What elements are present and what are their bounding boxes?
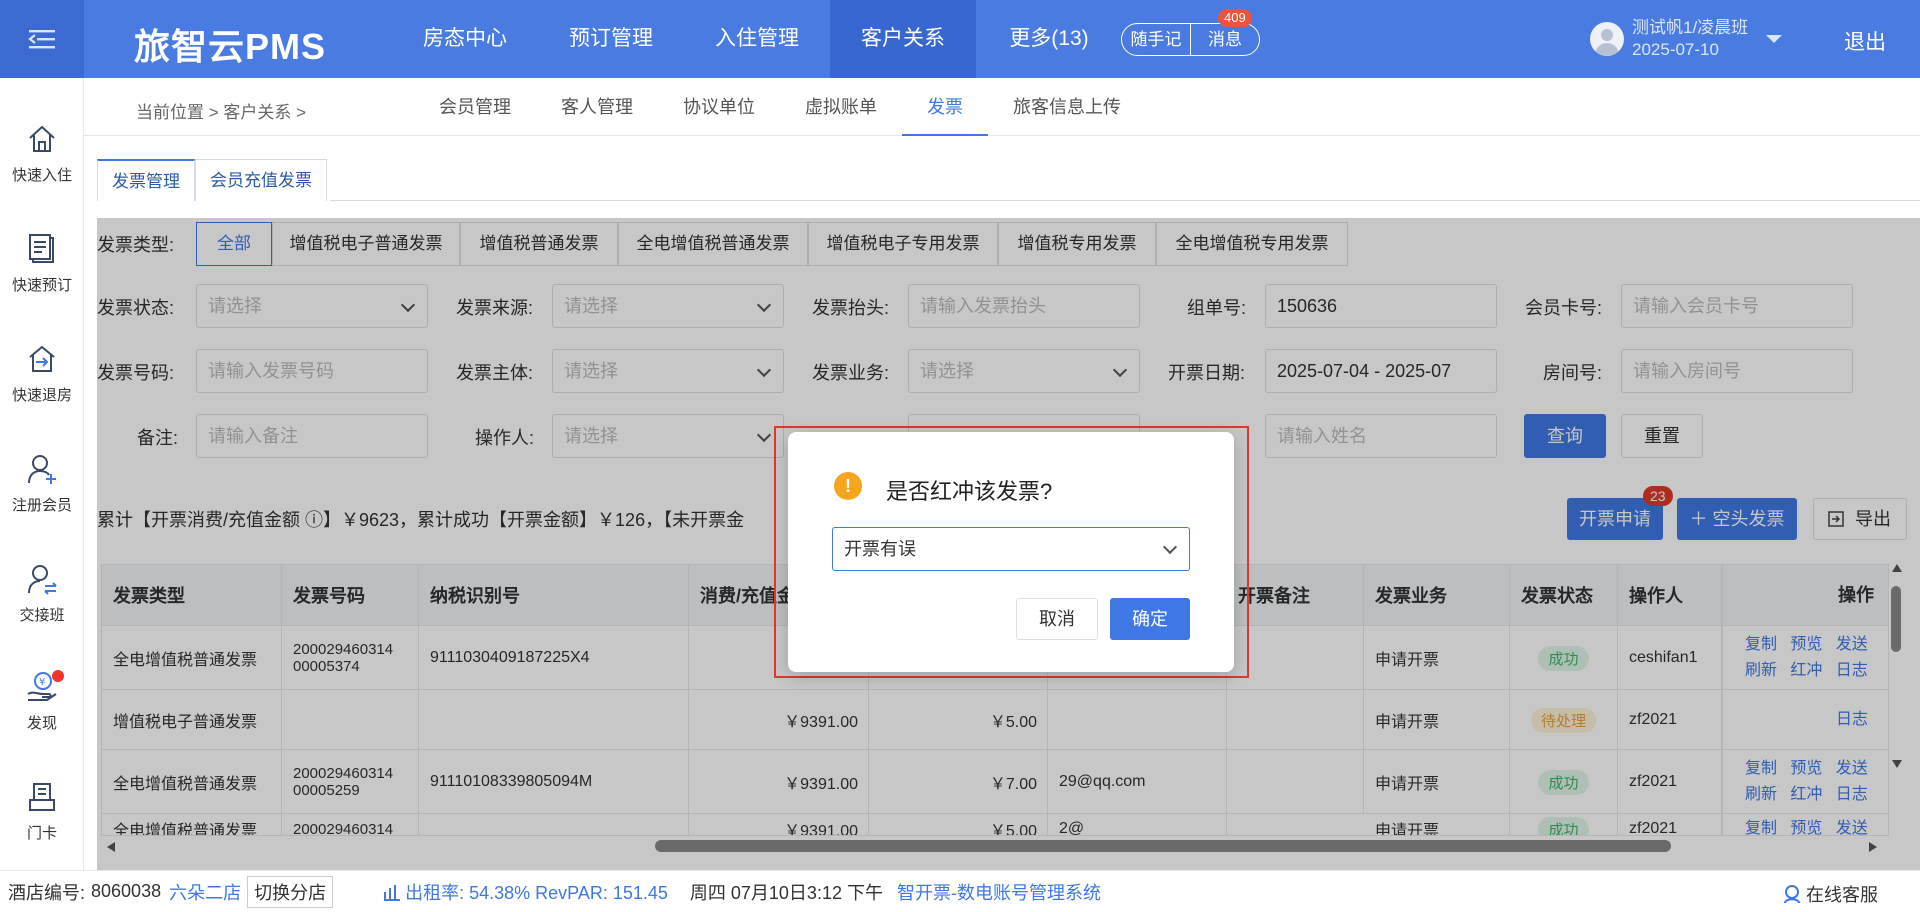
breadcrumb: 当前位置 > 客户关系 > [136,103,307,122]
bar-chart-icon [384,884,401,901]
sidebar-item-discover[interactable]: ¥ 发现 [0,670,84,733]
hotel-id: 8060038 [91,881,162,901]
sidebar-item-door-card[interactable]: 门卡 [0,780,84,843]
customer-service-icon [1784,885,1800,904]
home-icon [29,125,55,152]
main-nav: 房态中心 预订管理 入住管理 客户关系 更多(13) [392,0,1122,78]
sidebar-item-label: 快速入住 [11,167,72,184]
top-navigation-bar: 旅智云PMS 房态中心 预订管理 入住管理 客户关系 更多(13) 随手记 消息… [0,0,1920,78]
checkout-icon [29,345,55,372]
booking-icon [29,234,54,263]
door-card-icon [29,783,55,811]
invoice-tabs: 发票管理 会员充值发票 [97,159,327,201]
subnav-member-management[interactable]: 会员管理 [414,78,536,136]
red-offset-reason-select[interactable]: 开票有误 [832,527,1190,571]
select-value: 开票有误 [844,539,916,559]
logout-button[interactable]: 退出 [1844,26,1886,56]
sidebar-item-label: 门卡 [26,825,57,842]
user-menu[interactable]: 测试帆1/凌晨班 2025-07-10 [1590,17,1783,61]
nav-room-status[interactable]: 房态中心 [392,0,538,78]
dialog-title: 是否红冲该发票? [886,479,1053,504]
online-service-button[interactable]: 在线客服 [1782,881,1878,907]
nav-reservation[interactable]: 预订管理 [538,0,684,78]
red-offset-confirm-dialog: ! 是否红冲该发票? 开票有误 取消 确定 [788,432,1234,672]
quick-action-sidebar: 快速入住 快速预订 快速退房 注册会员 交接班 ¥ 发现 门卡 [0,78,84,870]
tab-member-recharge-invoice[interactable]: 会员充值发票 [195,159,327,201]
subnav-guest-info-upload[interactable]: 旅客信息上传 [988,78,1146,136]
cancel-button[interactable]: 取消 [1016,598,1098,640]
notification-dot [52,670,64,682]
sidebar-item-quick-checkout[interactable]: 快速退房 [0,342,84,405]
business-date: 2025-07-10 [1632,40,1719,59]
avatar [1590,22,1624,56]
memo-message-group: 随手记 消息 [1121,23,1260,56]
subnav-agreement-units[interactable]: 协议单位 [658,78,780,136]
nav-customer-relations[interactable]: 客户关系 [830,0,976,78]
sidebar-item-shift-handover[interactable]: 交接班 [0,562,84,625]
online-service-label: 在线客服 [1806,885,1878,905]
breadcrumb-bar: 当前位置 > 客户关系 > 会员管理 客人管理 协议单位 虚拟账单 发票 旅客信… [84,78,1920,136]
sidebar-item-quick-booking[interactable]: 快速预订 [0,232,84,295]
warning-icon: ! [834,472,862,500]
sidebar-item-label: 发现 [26,715,57,732]
subnav-virtual-bills[interactable]: 虚拟账单 [780,78,902,136]
add-member-icon [28,455,56,484]
message-count-badge: 409 [1218,9,1252,27]
e-invoice-system-link[interactable]: 智开票-数电账号管理系统 [897,879,1101,905]
nav-checkin[interactable]: 入住管理 [684,0,830,78]
chevron-down-icon [1162,539,1178,555]
messages-button[interactable]: 消息 [1191,24,1259,55]
sidebar-item-label: 交接班 [19,607,65,624]
current-datetime: 周四 07月10日3:12 下午 [689,882,883,903]
subnav-guest-management[interactable]: 客人管理 [536,78,658,136]
sidebar-item-quick-checkin[interactable]: 快速入住 [0,122,84,185]
app-logo: 旅智云PMS [134,26,327,67]
subnav-invoice[interactable]: 发票 [902,78,988,136]
menu-toggle-button[interactable] [0,0,84,78]
menu-collapse-icon [28,30,55,49]
confirm-button[interactable]: 确定 [1110,598,1190,640]
caret-down-icon [1766,35,1783,43]
sidebar-item-label: 快速退房 [11,387,72,404]
hotel-id-label: 酒店编号: [8,882,86,903]
status-footer: 酒店编号: 8060038 六朵二店 切换分店 出租率: 54.38% RevP… [0,870,1920,912]
memo-button[interactable]: 随手记 [1122,24,1190,55]
user-info: 测试帆1/凌晨班 2025-07-10 [1632,17,1748,61]
user-name: 测试帆1/凌晨班 [1632,18,1749,37]
sub-navigation: 会员管理 客人管理 协议单位 虚拟账单 发票 旅客信息上传 [414,78,1146,136]
shift-handover-icon [28,565,57,595]
sidebar-item-label: 注册会员 [11,497,72,514]
tab-invoice-management[interactable]: 发票管理 [97,159,195,201]
branch-name: 六朵二店 [169,882,242,903]
nav-more[interactable]: 更多(13) [976,0,1122,78]
svg-text:¥: ¥ [39,677,45,688]
divider [330,200,1920,201]
switch-branch-button[interactable]: 切换分店 [247,875,334,908]
sidebar-item-label: 快速预订 [11,277,72,294]
occupancy-stats: 出租率: 54.38% RevPAR: 151.45 [405,882,668,903]
sidebar-item-register-member[interactable]: 注册会员 [0,452,84,515]
